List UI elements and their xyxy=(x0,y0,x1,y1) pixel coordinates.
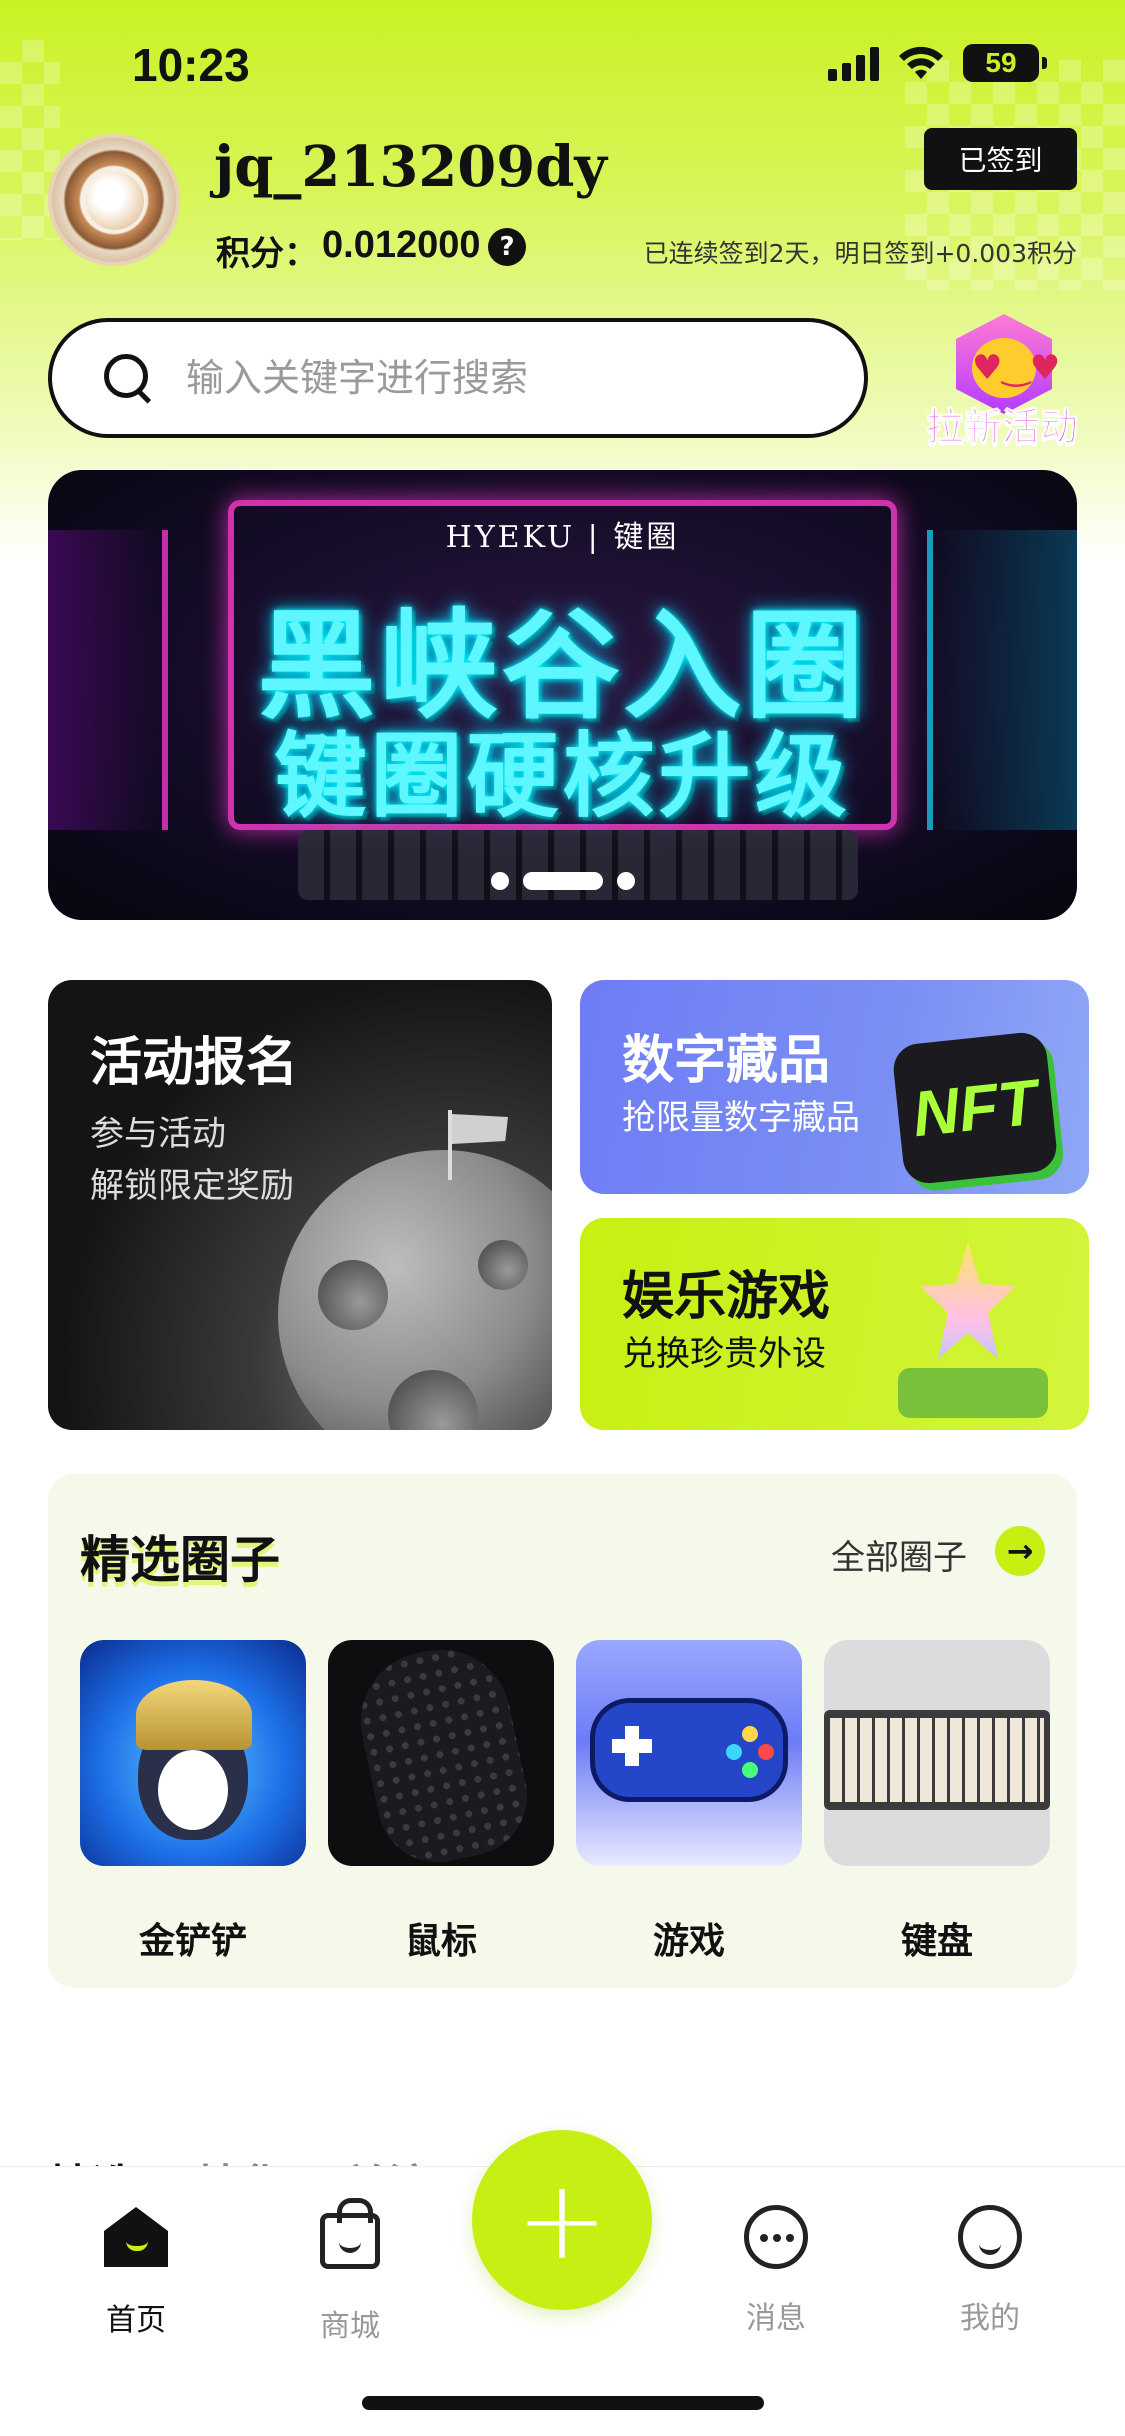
circle-item-jinchanchan[interactable]: 金铲铲 xyxy=(80,1640,306,1964)
nft-card-title: 数字藏品 xyxy=(622,1031,831,1091)
points-value: 0.012000 xyxy=(322,224,481,266)
flag-cloth xyxy=(452,1114,508,1144)
signin-streak-note: 已连续签到2天，明日签到+0.003积分 xyxy=(643,239,1077,268)
circle-label: 金铲铲 xyxy=(138,1921,247,1962)
carousel-dot[interactable] xyxy=(616,872,635,890)
nav-shop[interactable]: 商城 xyxy=(280,2198,420,2345)
carousel-dot-active[interactable] xyxy=(522,872,603,890)
circle-item-mouse[interactable]: 鼠标 xyxy=(328,1640,554,1964)
section-title: 精选圈子 xyxy=(80,1531,280,1589)
carousel-dots[interactable] xyxy=(48,872,1077,890)
nft-card-subtitle: 抢限量数字藏品 xyxy=(622,1098,860,1138)
circle-item-keyboard[interactable]: 键盘 xyxy=(824,1640,1050,1964)
game-card-subtitle: 兑换珍贵外设 xyxy=(622,1334,826,1374)
circle-label: 游戏 xyxy=(652,1921,725,1962)
username: jq_213209dy xyxy=(214,134,607,200)
nav-label: 商城 xyxy=(320,2309,380,2344)
shopping-bag-icon xyxy=(320,2198,380,2269)
circle-item-games[interactable]: 游戏 xyxy=(576,1640,802,1964)
entertainment-games-card[interactable]: 娱乐游戏 兑换珍贵外设 xyxy=(580,1218,1089,1430)
search-icon xyxy=(98,348,158,408)
points-label: 积分： xyxy=(216,234,318,274)
banner-brand: HYEKU | 键圈 xyxy=(445,520,680,555)
game-console-icon xyxy=(898,1368,1048,1418)
moon-illustration xyxy=(278,1150,552,1430)
home-indicator xyxy=(362,2396,764,2410)
activity-card-title: 活动报名 xyxy=(90,1033,299,1093)
keyboard-thumbnail xyxy=(824,1640,1050,1866)
activity-card-line1: 参与活动 xyxy=(90,1114,226,1154)
circle-label: 鼠标 xyxy=(404,1921,477,1962)
status-icons: 59 xyxy=(828,44,1047,82)
gamepad-thumbnail xyxy=(576,1640,802,1866)
search-bar[interactable] xyxy=(48,318,868,438)
battery-icon: 59 xyxy=(963,44,1047,82)
avatar[interactable] xyxy=(48,134,180,266)
all-circles-link[interactable]: 全部圈子 xyxy=(831,1530,967,1579)
nav-label: 消息 xyxy=(746,2301,806,2336)
carousel-dot[interactable] xyxy=(490,872,509,890)
wifi-icon xyxy=(899,46,943,79)
nav-home[interactable]: 首页 xyxy=(66,2201,206,2339)
heart-eyes-emoji-icon: ♥‿♥ xyxy=(972,338,1060,398)
arrow-right-icon[interactable]: → xyxy=(995,1526,1045,1576)
activity-signup-card[interactable]: 活动报名 参与活动 解锁限定奖励 xyxy=(48,980,552,1430)
nav-profile[interactable]: 我的 xyxy=(920,2201,1060,2337)
cellular-signal-icon xyxy=(828,45,879,81)
help-icon[interactable]: ? xyxy=(488,228,526,266)
promo-label: 拉新活动 xyxy=(925,405,1078,450)
create-post-button[interactable]: + xyxy=(472,2130,652,2310)
hero-banner[interactable]: HYEKU | 键圈 黑峡谷入圈 键圈硬核升级 xyxy=(48,470,1077,920)
circle-label: 键盘 xyxy=(900,1921,973,1962)
activity-card-line2: 解锁限定奖励 xyxy=(90,1166,294,1206)
featured-circles-section: 精选圈子 全部圈子 → 金铲铲 鼠标 游戏 键盘 xyxy=(48,1474,1077,1988)
invite-promo-button[interactable]: ♥‿♥ 拉新活动 xyxy=(912,310,1092,450)
nav-messages[interactable]: 消息 xyxy=(706,2201,846,2337)
status-time: 10:23 xyxy=(132,39,250,91)
chat-bubble-icon xyxy=(744,2205,808,2269)
star-trophy-icon xyxy=(920,1242,1016,1359)
nft-icon: NFT xyxy=(891,1030,1059,1186)
nav-label: 我的 xyxy=(960,2301,1020,2336)
nav-label: 首页 xyxy=(106,2303,166,2338)
signed-in-button[interactable]: 已签到 xyxy=(924,128,1077,190)
flag-icon xyxy=(448,1110,452,1180)
game-card-title: 娱乐游戏 xyxy=(622,1267,831,1327)
banner-subtitle: 键圈硬核升级 xyxy=(274,723,851,830)
search-input[interactable] xyxy=(186,356,826,400)
home-icon xyxy=(104,2207,168,2267)
digital-collectibles-card[interactable]: 数字藏品 抢限量数字藏品 NFT xyxy=(580,980,1089,1194)
mouse-thumbnail xyxy=(328,1640,554,1866)
profile-smile-icon xyxy=(958,2205,1022,2269)
penguin-game-thumbnail xyxy=(80,1640,306,1866)
